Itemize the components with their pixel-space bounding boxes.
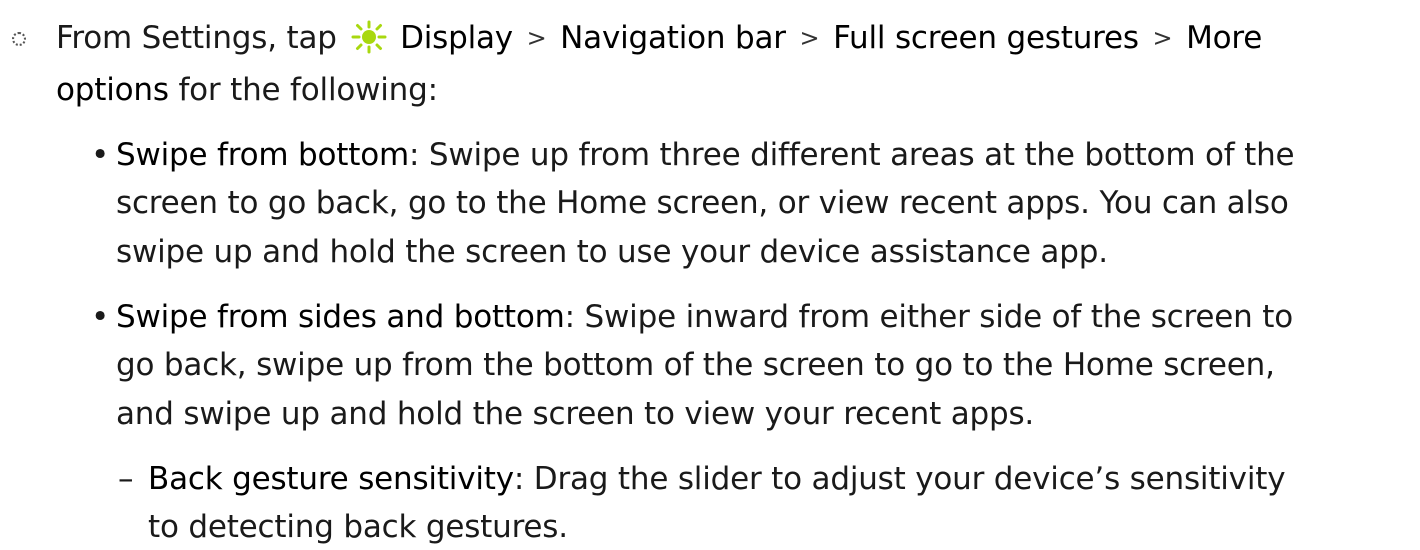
sub-bullet-line-2: to detecting back gestures. xyxy=(148,509,568,545)
help-page: From Settings, tap Display > Navigation … xyxy=(0,0,1420,545)
bullet-1-line-2: screen to go back, go to the Home screen… xyxy=(116,185,1289,221)
path-more: More xyxy=(1186,20,1263,56)
path-display: Display xyxy=(400,20,513,56)
bullet-marker: • xyxy=(91,137,110,173)
separator-chevron: > xyxy=(1152,24,1173,52)
step-prefix: From Settings, tap xyxy=(56,20,337,56)
separator-chevron: > xyxy=(526,24,547,52)
bullet-2-text: : Swipe inward from either side of the s… xyxy=(564,299,1294,335)
step-suffix: for the following: xyxy=(178,72,438,108)
bullet-2-line-1: Swipe from sides and bottom: Swipe inwar… xyxy=(116,294,1293,340)
bullet-marker: • xyxy=(91,299,110,335)
path-navigation-bar: Navigation bar xyxy=(560,20,786,56)
bullet-1-line-1: Swipe from bottom: Swipe up from three d… xyxy=(116,132,1295,178)
bullet-2-line-2: go back, swipe up from the bottom of the… xyxy=(116,347,1275,383)
path-options: options xyxy=(56,72,169,108)
sub-bullet-title: Back gesture sensitivity xyxy=(148,461,514,497)
sub-bullet-marker: – xyxy=(118,461,134,497)
step-marker-icon xyxy=(12,32,26,46)
display-sun-icon xyxy=(351,20,387,54)
sub-bullet-line-1: Back gesture sensitivity: Drag the slide… xyxy=(148,456,1286,502)
bullet-1-text: : Swipe up from three different areas at… xyxy=(408,137,1295,173)
separator-chevron: > xyxy=(799,24,820,52)
step-line-1: From Settings, tap Display > Navigation … xyxy=(56,15,1262,61)
path-full-screen-gestures: Full screen gestures xyxy=(833,20,1139,56)
bullet-2-title: Swipe from sides and bottom xyxy=(116,299,565,335)
bullet-1-line-3: swipe up and hold the screen to use your… xyxy=(116,234,1108,270)
sub-bullet-text: : Drag the slider to adjust your device’… xyxy=(513,461,1286,497)
step-line-2: options for the following: xyxy=(56,67,438,113)
bullet-2-line-3: and swipe up and hold the screen to view… xyxy=(116,396,1035,432)
bullet-1-title: Swipe from bottom xyxy=(116,137,409,173)
